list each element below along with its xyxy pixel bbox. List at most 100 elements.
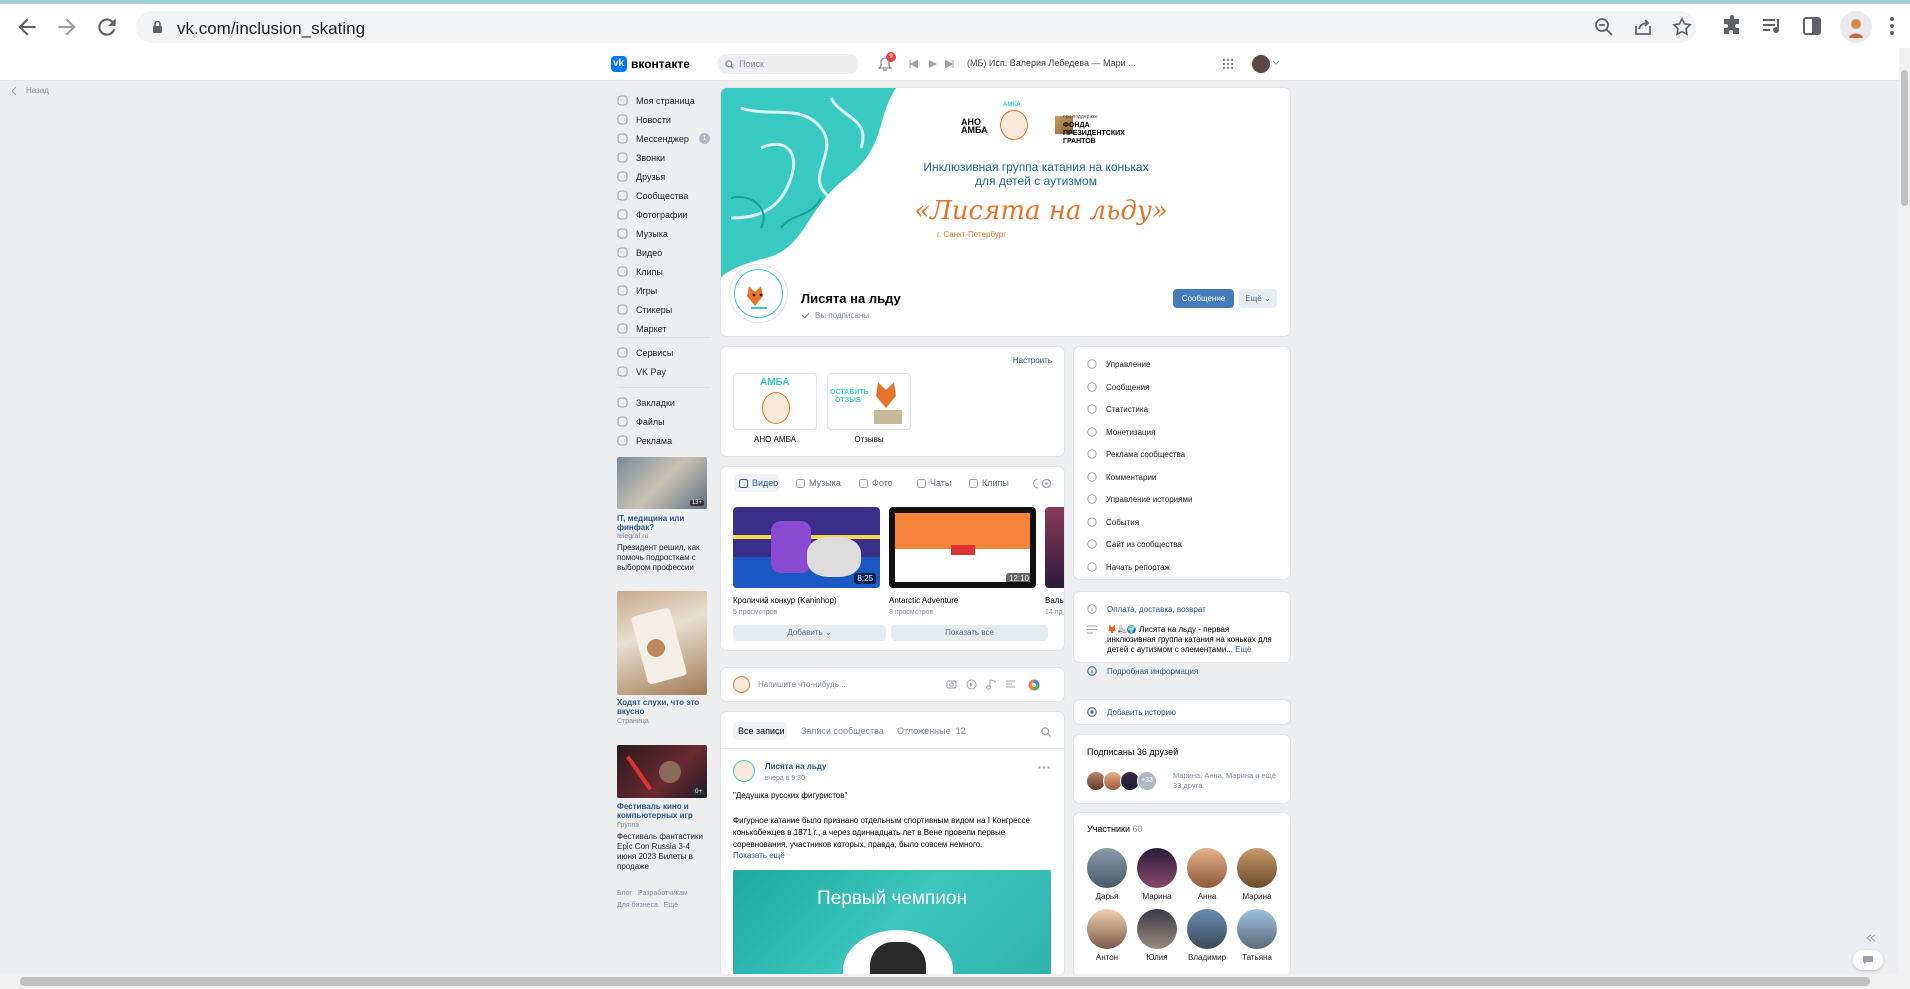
payment-link[interactable]: Оплата, доставка, возврат	[1107, 605, 1206, 614]
tab-postponed[interactable]: Отложенные 12	[897, 726, 966, 736]
video-title[interactable]: Валь	[1045, 596, 1064, 605]
footer-link[interactable]: Ещё	[664, 902, 678, 909]
player-track[interactable]: (МБ) Исп. Валерия Лебедева — Мари ...	[967, 58, 1136, 68]
tab-all-posts[interactable]: Все записи	[738, 726, 785, 736]
tab-community-posts[interactable]: Записи сообщества	[801, 726, 884, 736]
ad-title[interactable]: Ходят слухи, что это вкусно	[617, 698, 707, 716]
video-thumb[interactable]	[1045, 507, 1064, 588]
link-image[interactable]: АМБА	[733, 373, 817, 430]
apps-icon[interactable]	[1222, 58, 1234, 70]
camera-icon[interactable]	[946, 679, 957, 689]
manage-item-10[interactable]: Начать репортаж	[1087, 562, 1267, 574]
tab-video[interactable]: Видео	[739, 478, 778, 488]
add-story-block[interactable]: Добавить историю	[1074, 700, 1290, 724]
manage-item-7[interactable]: Управление историями	[1087, 494, 1267, 506]
details-link[interactable]: Подробная информация	[1107, 667, 1198, 676]
footer-link[interactable]: Для бизнеса	[617, 902, 658, 909]
subscribed-status[interactable]: Вы подписаны	[801, 311, 869, 320]
manage-item-5[interactable]: Реклама сообщества	[1087, 449, 1267, 461]
post-author[interactable]: Лисята на льду	[765, 762, 826, 771]
member-avatar[interactable]	[1237, 848, 1277, 888]
video-title[interactable]: Antarctic Adventure	[889, 596, 958, 605]
vertical-scrollbar[interactable]	[1899, 48, 1910, 974]
footer-link[interactable]: Блог	[617, 890, 632, 897]
tab-more-icon[interactable]	[1033, 478, 1039, 489]
zoom-icon[interactable]	[1594, 17, 1614, 37]
member-avatar[interactable]	[1137, 909, 1177, 949]
sidebar-service-2[interactable]: VK Pay	[617, 364, 707, 382]
bell-icon[interactable]: 9	[878, 52, 896, 72]
forward-icon[interactable]	[54, 14, 80, 40]
menu-icon[interactable]	[1880, 14, 1906, 40]
sidebar-item-11[interactable]: Игры	[617, 283, 707, 301]
sidebar-item-3[interactable]: Мессенджер 1	[617, 131, 710, 149]
color-wheel-icon[interactable]	[1028, 679, 1040, 691]
composer-input[interactable]: Напишите что-нибудь...	[758, 680, 846, 689]
sidebar-item-7[interactable]: Фотографии	[617, 207, 707, 225]
tab-music[interactable]: Музыка	[796, 478, 841, 488]
vk-logo-icon[interactable]: vk	[611, 56, 627, 72]
ad-image[interactable]: 13+	[617, 457, 707, 509]
scrollbar-thumb[interactable]	[1901, 70, 1908, 206]
member-name[interactable]: Антон	[1085, 953, 1129, 962]
ad-image[interactable]: 0+	[617, 745, 707, 798]
member-avatar[interactable]	[1237, 909, 1277, 949]
back-icon[interactable]	[14, 14, 40, 40]
setup-link[interactable]: Настроить	[1013, 356, 1052, 365]
horizontal-scrollbar[interactable]	[0, 974, 1910, 989]
manage-item-4[interactable]: Монетизация	[1087, 427, 1267, 439]
link-label[interactable]: АНО АМБА	[733, 435, 817, 444]
more-button[interactable]: Ещё ⌄	[1239, 289, 1277, 308]
member-name[interactable]: Марина	[1235, 892, 1279, 901]
sidebar-extra-3[interactable]: Реклама	[617, 433, 707, 451]
sidebar-item-8[interactable]: Музыка	[617, 226, 707, 244]
next-track-icon[interactable]	[945, 60, 954, 68]
manage-item-1[interactable]: Управление	[1087, 359, 1267, 371]
tab-clips[interactable]: Клипы	[969, 478, 1009, 488]
gear-icon[interactable]	[1041, 478, 1052, 489]
link-label[interactable]: Отзывы	[827, 435, 911, 444]
post-time[interactable]: вчера в 9:30	[765, 775, 805, 782]
logo-text[interactable]: вконтакте	[631, 57, 690, 71]
description-more-link[interactable]: Ещё	[1235, 645, 1251, 654]
member-name[interactable]: Анна	[1185, 892, 1229, 901]
member-name[interactable]: Дарья	[1085, 892, 1129, 901]
article-icon[interactable]	[1005, 679, 1016, 689]
tab-photo[interactable]: Фото	[859, 478, 893, 488]
member-avatar[interactable]	[1087, 848, 1127, 888]
search-icon[interactable]	[1041, 727, 1051, 737]
manage-item-6[interactable]: Комментарии	[1087, 472, 1267, 484]
footer-link[interactable]: Разработчикам	[638, 890, 688, 897]
media-icon[interactable]	[1760, 14, 1786, 40]
manage-item-2[interactable]: Сообщения	[1087, 382, 1267, 394]
link-image[interactable]: ОСТАВИТЬ ОТЗЫВ	[827, 373, 911, 430]
sidebar-extra-1[interactable]: Закладки	[617, 395, 707, 413]
show-more-link[interactable]: Показать ещё	[733, 851, 785, 860]
sidebar-item-4[interactable]: Звонки	[617, 150, 707, 168]
video-thumb[interactable]: 12:10	[889, 507, 1036, 588]
share-icon[interactable]	[1633, 17, 1653, 37]
play-icon[interactable]	[929, 60, 937, 68]
add-video-button[interactable]: Добавить ⌄	[733, 625, 886, 641]
member-avatar[interactable]	[1137, 848, 1177, 888]
manage-item-3[interactable]: Статистика	[1087, 404, 1267, 416]
add-story-link[interactable]: Добавить историю	[1107, 708, 1176, 717]
member-avatar[interactable]	[1187, 848, 1227, 888]
video-thumb[interactable]: 8:25	[733, 507, 880, 588]
video-icon[interactable]	[966, 679, 977, 690]
member-name[interactable]: Марина	[1135, 892, 1179, 901]
sidebar-item-9[interactable]: Видео	[617, 245, 707, 263]
extensions-icon[interactable]	[1720, 14, 1746, 40]
member-avatar[interactable]	[1187, 909, 1227, 949]
ad-title[interactable]: IT, медицина или финфак?	[617, 514, 707, 532]
music-icon[interactable]	[986, 679, 996, 690]
sidebar-item-12[interactable]: Стикеры	[617, 302, 707, 320]
chat-bubble-icon[interactable]	[1853, 950, 1883, 970]
user-avatar[interactable]	[1252, 55, 1270, 73]
friends-more-badge[interactable]: +33	[1137, 771, 1157, 791]
sidebar-item-5[interactable]: Друзья	[617, 169, 707, 187]
tab-chats[interactable]: Чаты	[917, 478, 951, 488]
sidebar-item-10[interactable]: Клипы	[617, 264, 707, 282]
members-title[interactable]: Участники 60	[1087, 824, 1143, 834]
sidebar-extra-2[interactable]: Файлы	[617, 414, 707, 432]
